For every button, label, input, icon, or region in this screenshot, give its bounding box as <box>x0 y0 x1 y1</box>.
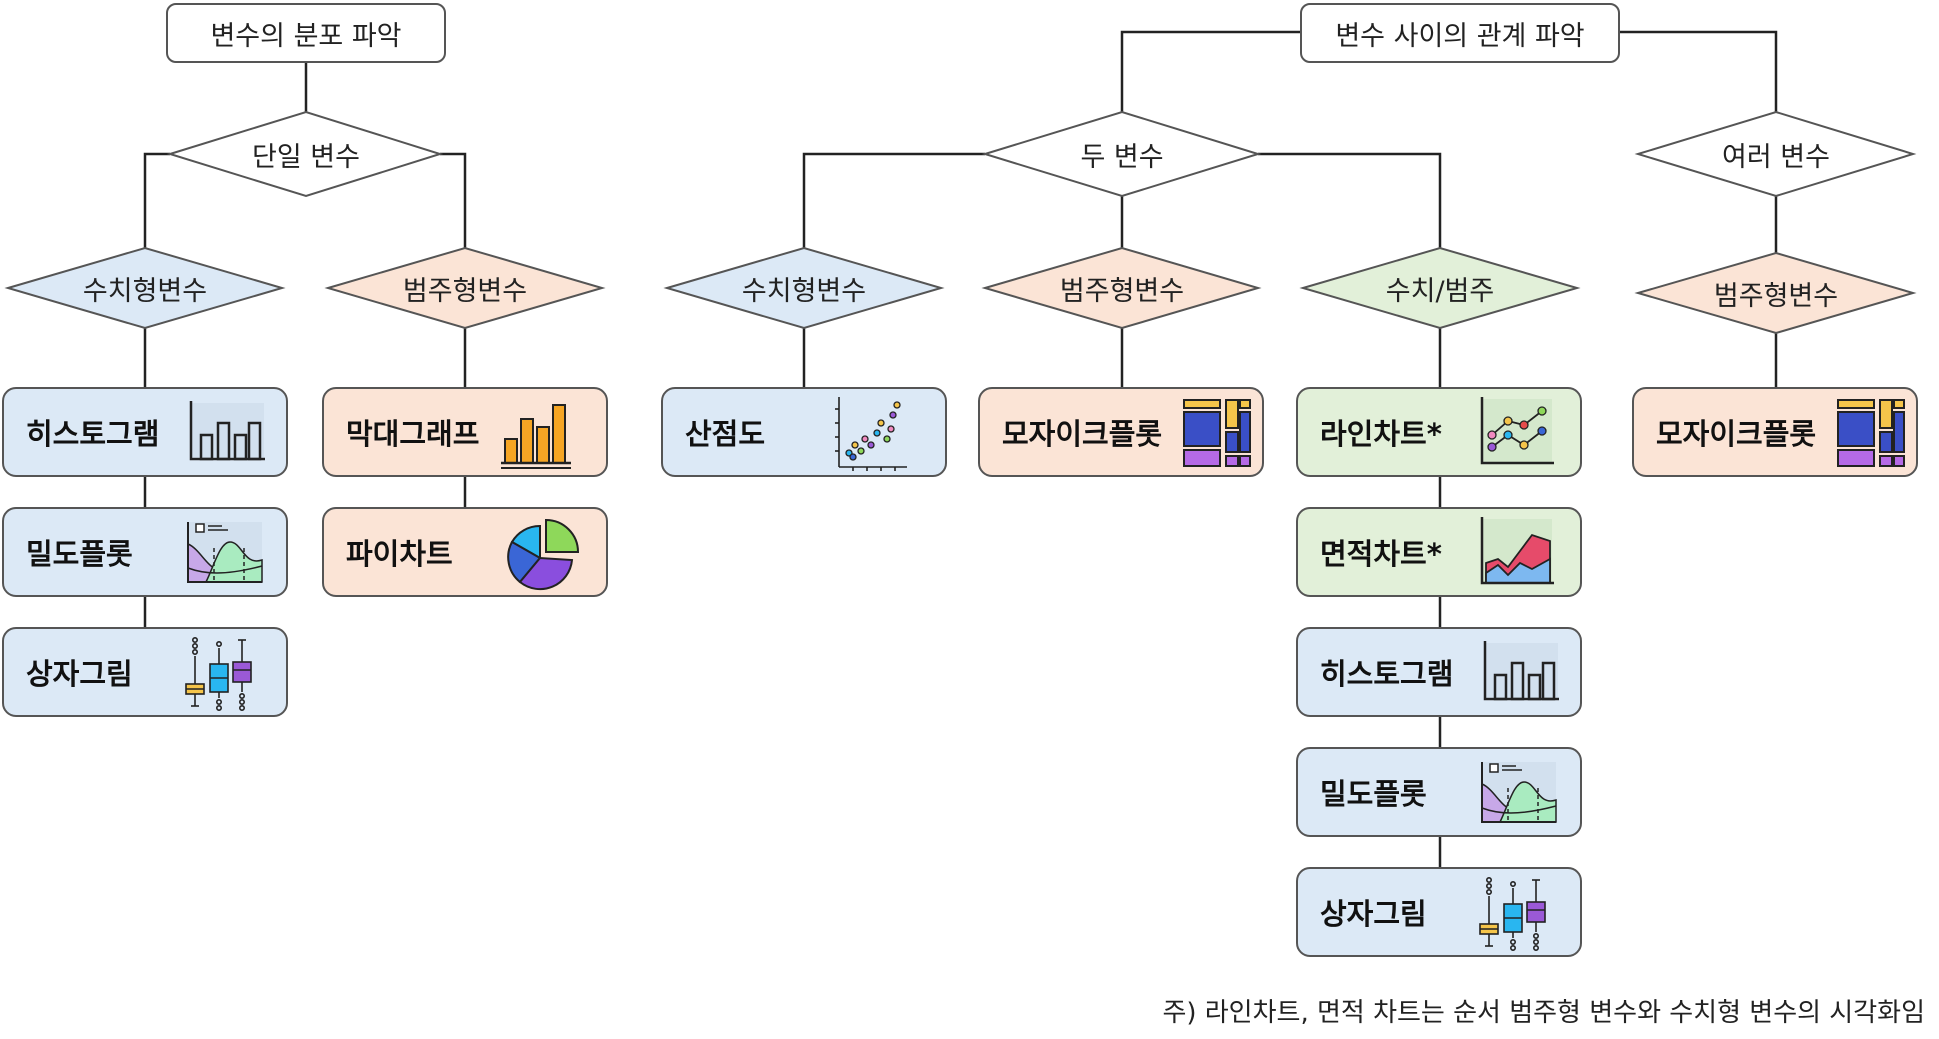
card-pie-chart: 파이차트 <box>322 507 608 597</box>
card-mosaic: 모자이크플롯 <box>978 387 1264 477</box>
decision-single: 단일 변수 <box>252 141 360 173</box>
header-relationship-label: 변수 사이의 관계 파악 <box>1335 20 1585 52</box>
footnote: 주) 라인차트, 면적 차트는 순서 범주형 변수와 수치형 변수의 시각화임 <box>1162 998 1925 1028</box>
line-chart-icon <box>1480 397 1554 465</box>
decision-multi-categorical: 범주형변수 <box>1713 280 1839 312</box>
card-density: 밀도플롯 <box>2 507 288 597</box>
decision-two-categorical: 범주형변수 <box>1059 275 1185 307</box>
card-mosaic-2: 모자이크플롯 <box>1632 387 1918 477</box>
scatter-plot-icon <box>835 397 907 471</box>
card-bar-chart-label: 막대그래프 <box>346 417 480 451</box>
decision-single-numeric: 수치형변수 <box>82 275 208 307</box>
card-histogram-2-label: 히스토그램 <box>1320 657 1454 691</box>
boxplot-icon <box>185 636 252 712</box>
card-density-2: 밀도플롯 <box>1296 747 1582 837</box>
card-boxplot-label: 상자그림 <box>26 657 133 691</box>
area-chart-icon <box>1480 517 1554 585</box>
card-mosaic-2-label: 모자이크플롯 <box>1656 417 1817 451</box>
decision-single-categorical: 범주형변수 <box>402 275 528 307</box>
mosaic-plot-icon <box>1837 399 1905 467</box>
header-distribution: 변수의 분포 파악 <box>166 3 446 63</box>
mosaic-plot-icon <box>1183 399 1251 467</box>
card-area-chart: 면적차트* <box>1296 507 1582 597</box>
card-line-chart-label: 라인차트* <box>1320 417 1442 451</box>
header-relationship: 변수 사이의 관계 파악 <box>1300 3 1620 63</box>
card-boxplot-2-label: 상자그림 <box>1320 897 1427 931</box>
card-histogram-label: 히스토그램 <box>26 417 160 451</box>
histogram-icon <box>1483 641 1559 701</box>
card-density-2-label: 밀도플롯 <box>1320 777 1427 811</box>
boxplot-icon <box>1479 876 1546 952</box>
card-histogram-2: 히스토그램 <box>1296 627 1582 717</box>
card-boxplot: 상자그림 <box>2 627 288 717</box>
bar-chart-icon <box>501 404 571 469</box>
decision-multi: 여러 변수 <box>1722 141 1830 173</box>
card-area-chart-label: 면적차트* <box>1320 537 1442 571</box>
card-pie-chart-label: 파이차트 <box>346 537 453 571</box>
card-mosaic-label: 모자이크플롯 <box>1002 417 1163 451</box>
card-bar-chart: 막대그래프 <box>322 387 608 477</box>
pie-chart-icon <box>507 518 580 591</box>
density-plot-icon <box>1481 762 1557 823</box>
histogram-icon <box>189 401 265 461</box>
header-distribution-label: 변수의 분포 파악 <box>210 20 402 52</box>
card-boxplot-2: 상자그림 <box>1296 867 1582 957</box>
density-plot-icon <box>187 522 263 583</box>
card-density-label: 밀도플롯 <box>26 537 133 571</box>
decision-two-numeric: 수치형변수 <box>741 275 867 307</box>
card-scatter: 산점도 <box>661 387 947 477</box>
decision-two: 두 변수 <box>1080 141 1164 173</box>
card-line-chart: 라인차트* <box>1296 387 1582 477</box>
card-scatter-label: 산점도 <box>685 417 766 451</box>
decision-two-mixed: 수치/범주 <box>1385 275 1495 307</box>
card-histogram: 히스토그램 <box>2 387 288 477</box>
